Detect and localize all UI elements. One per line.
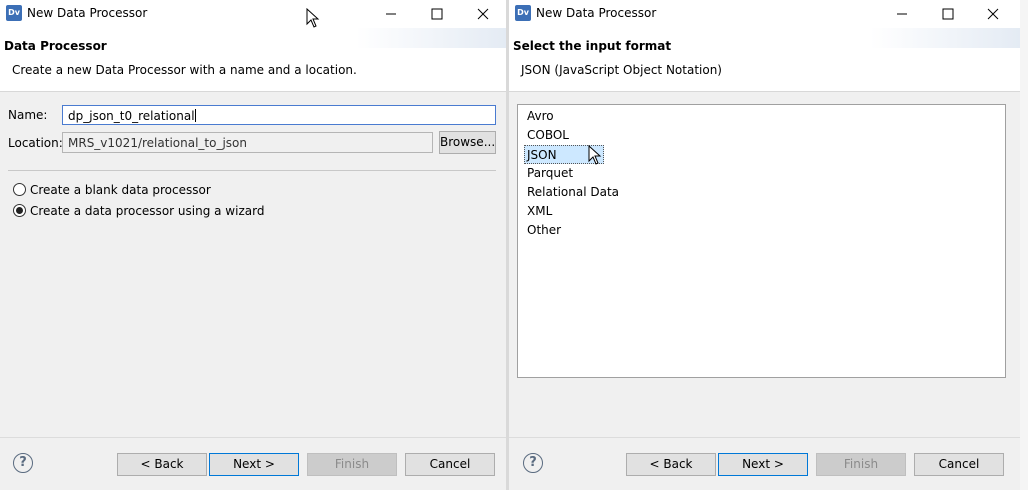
title-bar: Dv New Data Processor [509,0,1020,28]
name-value: dp_json_t0_relational [68,109,195,123]
blank-processor-label[interactable]: Create a blank data processor [30,183,211,197]
wizard-header: Data Processor Create a new Data Process… [0,28,506,92]
header-banner [356,28,506,48]
mouse-pointer-icon [588,145,602,165]
maximize-icon [942,8,954,20]
maximize-button[interactable] [414,0,460,28]
page-title: Data Processor [4,39,107,53]
page-description: Create a new Data Processor with a name … [12,63,357,77]
app-icon: Dv [6,5,22,21]
window-title: New Data Processor [27,6,148,20]
maximize-button[interactable] [925,0,971,28]
next-button[interactable]: Next > [718,453,808,476]
list-item[interactable]: Avro [525,107,556,126]
minimize-icon [897,13,907,15]
back-button[interactable]: < Back [626,453,716,476]
name-field[interactable]: dp_json_t0_relational [62,105,496,125]
app-icon: Dv [515,5,531,21]
window-title: New Data Processor [536,6,657,20]
maximize-icon [431,8,443,20]
close-icon [477,8,489,20]
help-icon[interactable]: ? [523,453,543,473]
finish-button[interactable]: Finish [816,453,906,476]
list-item[interactable]: Relational Data [525,183,621,202]
cancel-button[interactable]: Cancel [405,453,495,476]
background-window-edge [1020,0,1028,490]
finish-button[interactable]: Finish [307,453,397,476]
list-item[interactable]: Parquet [525,164,575,183]
list-item[interactable]: Other [525,221,563,240]
minimize-button[interactable] [368,0,414,28]
close-button[interactable] [460,0,506,28]
help-icon[interactable]: ? [13,453,33,473]
close-button[interactable] [970,0,1016,28]
minimize-button[interactable] [879,0,925,28]
mouse-pointer-icon [306,8,320,28]
cancel-button[interactable]: Cancel [914,453,1004,476]
new-data-processor-dialog-2: Dv New Data Processor Select the input f… [509,0,1020,490]
minimize-icon [386,13,396,15]
divider [8,170,496,171]
footer-divider [509,437,1020,438]
close-icon [987,8,999,20]
blank-processor-radio[interactable] [13,183,26,196]
next-button[interactable]: Next > [209,453,299,476]
title-bar: Dv New Data Processor [0,0,506,28]
list-item[interactable]: XML [525,202,554,221]
location-label: Location: [8,136,63,150]
footer-divider [0,437,506,438]
header-banner [870,28,1020,48]
back-button[interactable]: < Back [117,453,207,476]
location-field[interactable]: MRS_v1021/relational_to_json [62,132,433,153]
wizard-header: Select the input format JSON (JavaScript… [509,28,1020,92]
input-format-list[interactable]: Avro COBOL JSON Parquet Relational Data … [517,104,1006,378]
wizard-processor-label[interactable]: Create a data processor using a wizard [30,204,264,218]
wizard-processor-radio[interactable] [13,204,26,217]
browse-button[interactable]: Browse... [439,131,496,154]
new-data-processor-dialog-1: Dv New Data Processor Data Processor Cre… [0,0,506,490]
name-label: Name: [8,108,48,122]
page-description: JSON (JavaScript Object Notation) [521,63,722,77]
text-caret [194,109,196,122]
page-title: Select the input format [513,39,672,53]
list-item[interactable]: COBOL [525,126,571,145]
